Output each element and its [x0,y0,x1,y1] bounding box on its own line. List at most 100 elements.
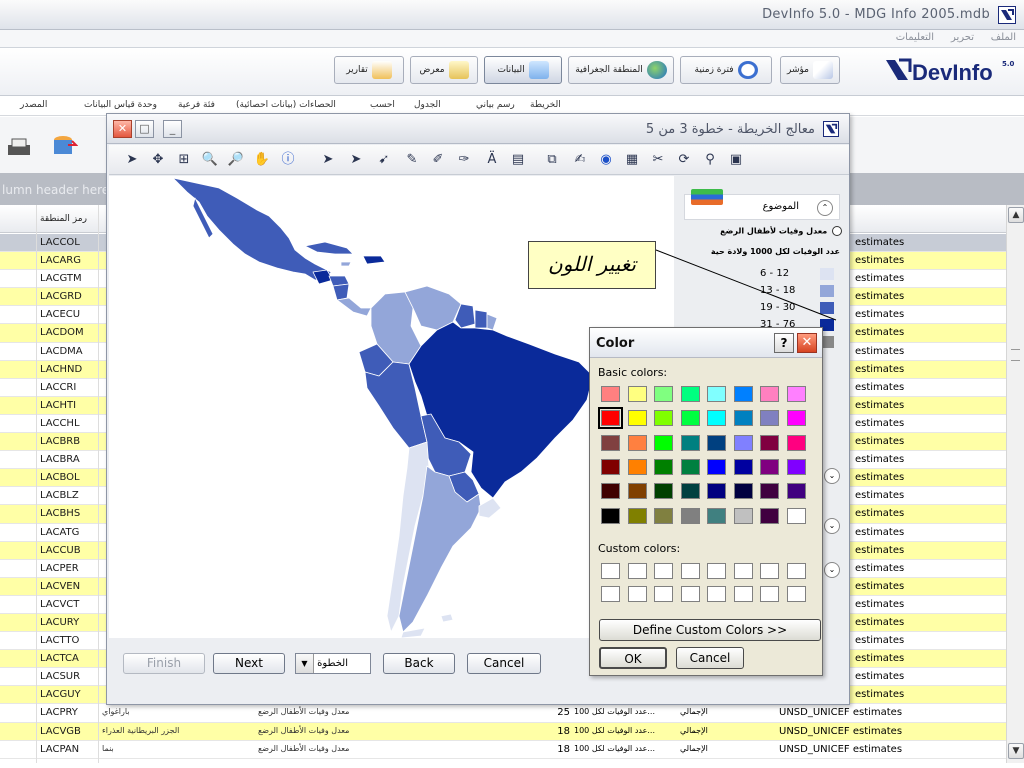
custom-color-swatch[interactable] [733,563,753,579]
tab-map[interactable]: الخريطة [530,100,561,110]
minimize-icon[interactable]: _ [163,120,182,138]
nav-reports-button[interactable]: تقارير [334,56,404,84]
menu-edit[interactable]: تحرير [951,32,974,43]
tab-source[interactable]: المصدر [20,100,47,110]
nav-area-button[interactable]: المنطقة الجغرافية [568,56,674,84]
basic-color-swatch[interactable] [760,386,779,402]
custom-color-swatch[interactable] [707,563,726,579]
tab-calculate[interactable]: احسب [370,100,395,110]
zoom-in-icon[interactable]: 🔍 [201,151,219,169]
basic-color-swatch[interactable] [786,507,806,524]
menu-help[interactable]: التعليمات [896,32,934,43]
define-custom-colors-button[interactable]: Define Custom Colors >> [599,619,821,641]
tab-table[interactable]: الجدول [414,100,441,110]
basic-color-swatch[interactable] [654,410,673,427]
close-icon[interactable]: ✕ [113,120,132,138]
next-button[interactable]: Next [213,653,285,674]
basic-color-swatch[interactable] [627,434,647,451]
custom-color-swatch[interactable] [733,586,753,602]
basic-color-swatch[interactable] [707,386,726,402]
basic-color-swatch[interactable] [627,483,647,500]
tab-graph[interactable]: رسم بياني [476,100,515,110]
chevron-down-icon[interactable]: ▼ [296,654,314,673]
basic-color-swatch[interactable] [733,507,753,524]
basic-color-swatch[interactable] [627,410,647,427]
basic-color-swatch[interactable] [760,410,779,427]
custom-color-swatch[interactable] [786,563,806,579]
select-minus-icon[interactable]: ➤ [347,151,365,169]
basic-color-swatch[interactable] [654,507,673,524]
basic-color-swatch[interactable] [707,434,726,451]
basic-color-swatch[interactable] [654,434,673,451]
header-area-code[interactable]: رمز المنطقة [40,214,87,224]
collapse-up-icon[interactable]: ⌃ [817,200,833,216]
select-label-icon[interactable]: ➹ [375,151,393,169]
custom-color-swatch[interactable] [627,586,647,602]
scroll-thumb[interactable] [1011,349,1020,361]
zoom-box-icon[interactable]: ⊞ [175,151,193,169]
menu-file[interactable]: الملف [991,32,1016,43]
info-icon[interactable]: ⓘ [279,151,297,169]
collapse-section-icon[interactable]: ⌄ [824,468,840,484]
basic-color-swatch[interactable] [680,483,700,500]
brush-icon[interactable]: ✑ [455,151,473,169]
close-icon[interactable]: ✕ [797,333,817,353]
custom-color-swatch[interactable] [760,586,779,602]
basic-color-swatch[interactable] [680,386,700,402]
edit-layer-icon[interactable]: ✍ [571,151,589,169]
database-export-icon[interactable] [52,135,78,159]
collapse-section-icon[interactable]: ⌄ [824,562,840,578]
basic-color-swatch[interactable] [627,507,647,524]
save-map-icon[interactable]: ▦ [623,151,641,169]
basic-color-swatch[interactable] [654,458,673,475]
table-row[interactable]: LACPRY باراغواي معدل وفيات الأطفال الرضع 25… [0,704,1006,723]
nav-data-button[interactable]: البيانات [484,56,562,84]
legend-swatch[interactable] [820,268,834,280]
legend-swatch[interactable] [820,285,834,297]
table-row[interactable]: LACVGB الجزر البريطانية العذراء معدل وفيات… [0,722,1006,741]
table-row[interactable]: LACPAN بنما معدل وفيات الأطفال الرضع 18 عدد … [0,740,1006,759]
print-icon[interactable] [6,137,32,159]
search-map-icon[interactable]: ⚲ [701,151,719,169]
basic-color-swatch[interactable] [733,483,753,500]
custom-color-swatch[interactable] [627,563,647,579]
custom-color-swatch[interactable] [760,563,779,579]
custom-color-swatch[interactable] [601,563,620,579]
basic-color-swatch[interactable] [601,483,620,500]
scroll-up-icon[interactable]: ▲ [1008,207,1024,223]
target-icon[interactable]: ◉ [597,151,615,169]
basic-color-swatch[interactable] [707,458,726,475]
basic-color-swatch[interactable] [654,483,673,500]
maximize-icon[interactable]: □ [135,120,154,138]
basic-color-swatch[interactable] [601,386,620,402]
basic-color-swatch[interactable] [760,458,779,475]
select-arrow-icon[interactable]: ➤ [123,151,141,169]
legend-box-icon[interactable]: ▤ [509,151,527,169]
basic-color-swatch[interactable] [786,434,806,451]
basic-color-swatch[interactable] [733,434,753,451]
basic-color-swatch[interactable] [760,483,779,500]
basic-color-swatch[interactable] [601,458,620,475]
nav-time-period-button[interactable]: فترة زمنية [680,56,772,84]
draw-line-icon[interactable]: ✐ [429,151,447,169]
nav-gallery-button[interactable]: معرض [410,56,478,84]
tab-subgroup[interactable]: فئة فرعية [178,100,215,110]
grid-vertical-scrollbar[interactable]: ▲ ▼ [1006,205,1024,763]
basic-color-swatch[interactable] [627,458,647,475]
basic-color-swatch[interactable] [601,434,620,451]
basic-color-swatch[interactable] [680,410,700,427]
cancel-button[interactable]: Cancel [676,647,744,669]
basic-color-swatch[interactable] [733,458,753,475]
basic-color-swatch[interactable] [707,507,726,524]
scroll-down-icon[interactable]: ▼ [1008,743,1024,759]
ok-button[interactable]: OK [599,647,667,669]
basic-color-swatch[interactable] [786,458,806,475]
pan-center-icon[interactable]: ✥ [149,151,167,169]
basic-color-swatch[interactable] [654,386,673,402]
pencil-icon[interactable]: ✎ [403,151,421,169]
help-icon[interactable]: ? [774,333,794,353]
custom-color-swatch[interactable] [654,563,673,579]
window-icon[interactable]: ▣ [727,151,745,169]
basic-color-swatch[interactable] [680,507,700,524]
basic-color-swatch[interactable] [733,386,753,402]
